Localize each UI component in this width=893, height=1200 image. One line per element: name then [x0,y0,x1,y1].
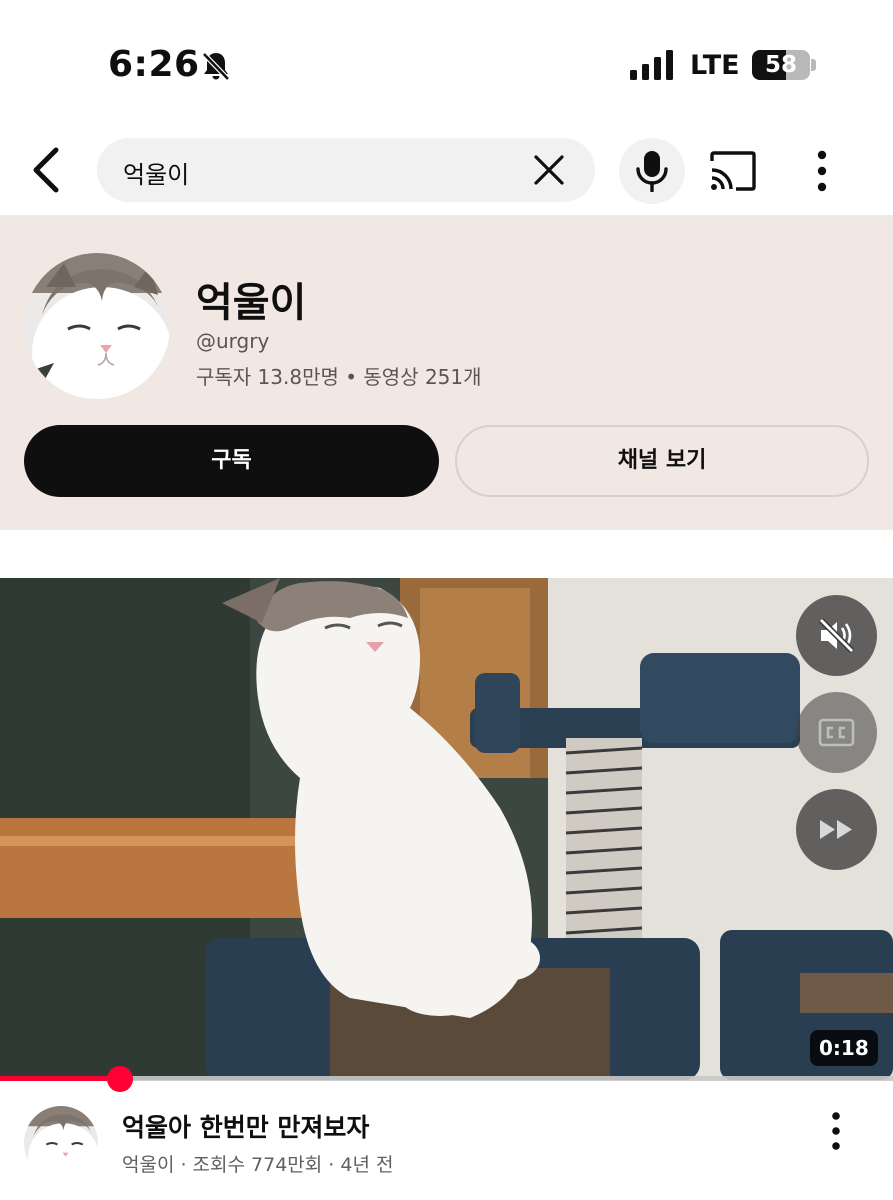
duration-badge: 0:18 [810,1030,878,1066]
video-channel-avatar[interactable] [24,1106,98,1180]
fast-forward-button[interactable] [796,789,877,870]
fast-forward-icon [820,820,852,839]
network-type: LTE [690,50,740,81]
subscribe-button[interactable]: 구독 [24,425,439,497]
more-vert-icon[interactable] [808,148,836,194]
battery-cap [811,59,816,71]
cat-avatar-image [24,253,170,399]
bell-slash-icon [202,52,230,81]
video-thumbnail [0,578,893,1080]
status-time: 6:26 [108,44,200,85]
captions-button[interactable] [796,692,877,773]
progress-fill [0,1076,120,1081]
search-input[interactable]: 억울이 [97,138,595,202]
video-more-icon[interactable] [824,1110,848,1152]
progress-bar[interactable] [0,1076,893,1081]
video-meta: 억울이 · 조회수 774만회 · 4년 전 [122,1154,394,1176]
view-channel-button[interactable]: 채널 보기 [455,425,869,497]
voice-search-button[interactable] [619,138,685,204]
back-icon[interactable] [24,142,72,198]
video-player[interactable]: 0:18 [0,578,893,1080]
mic-icon [636,151,668,192]
battery-icon: 58 [752,50,810,80]
cat-avatar-image [24,1106,98,1180]
captions-icon [818,718,855,747]
channel-handle: @urgry [196,329,270,353]
channel-card: 억울이 @urgry 구독자 13.8만명 • 동영상 251개 구독 채널 보… [0,215,893,530]
clear-icon[interactable] [531,152,567,188]
video-title[interactable]: 억울아 한번만 만져보자 [122,1108,369,1144]
status-bar: 6:26 LTE 58 [0,0,893,120]
channel-avatar[interactable] [24,253,170,399]
mute-icon [818,617,855,654]
cast-icon[interactable] [708,150,758,192]
search-query-text[interactable]: 억울이 [123,155,189,190]
progress-handle[interactable] [106,1066,133,1092]
channel-stats: 구독자 13.8만명 • 동영상 251개 [196,365,482,389]
channel-name[interactable]: 억울이 [196,270,306,328]
signal-icon [630,50,673,80]
mute-button[interactable] [796,595,877,676]
battery-percent: 58 [764,52,797,78]
